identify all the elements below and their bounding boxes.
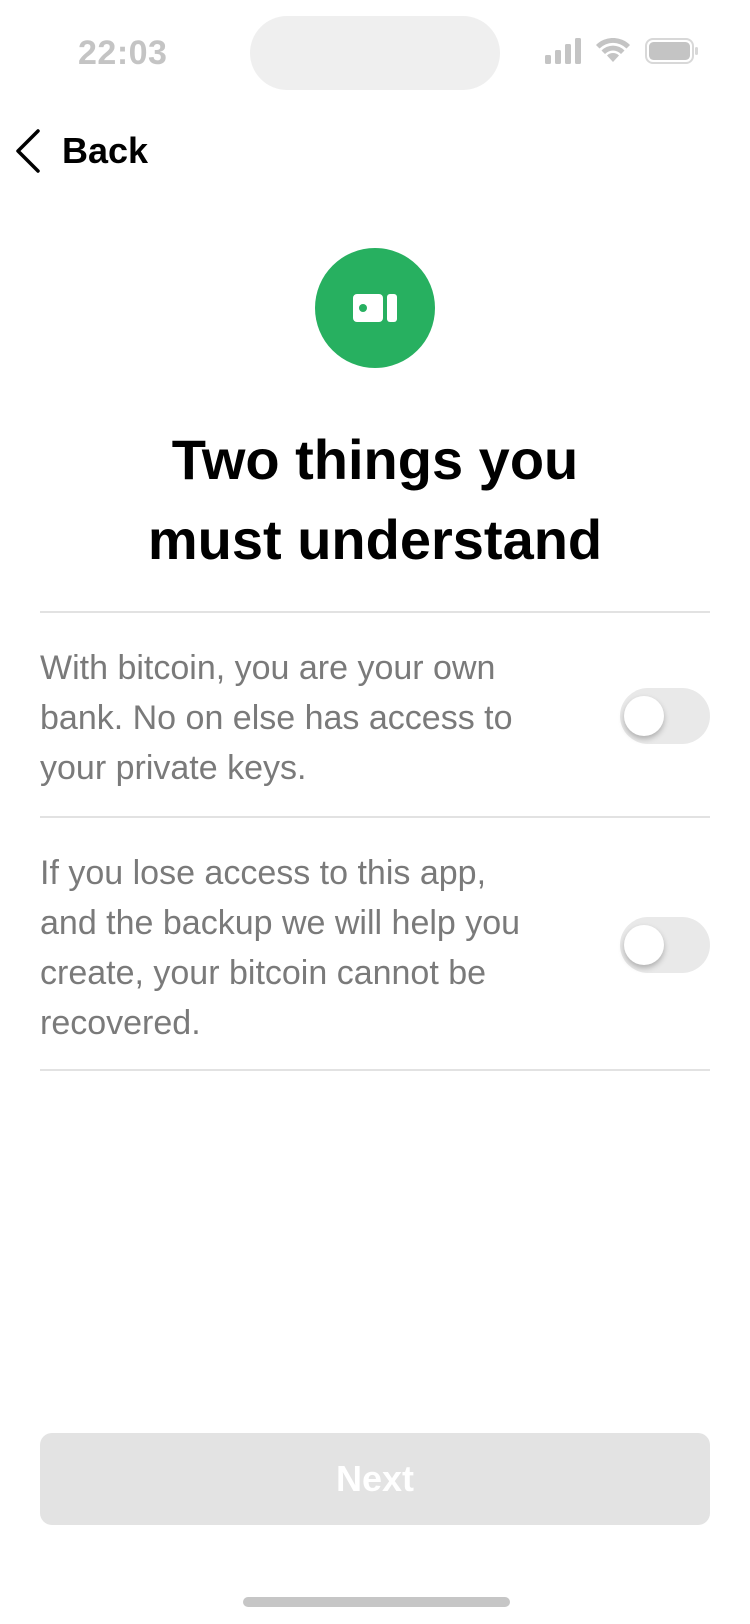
statement-line: your private keys. [40,749,307,787]
next-button[interactable]: Next [40,1433,710,1525]
dynamic-island [250,16,500,90]
wallet-card-icon [353,294,397,322]
statement-own-bank: With bitcoin, you are your own bank. No … [40,643,600,793]
statement-lose-access: If you lose access to this app, and the … [40,848,600,1048]
divider [40,1069,710,1071]
statement-line: create, your bitcoin cannot be [40,954,487,992]
cellular-signal-icon [545,38,581,64]
divider [40,611,710,613]
back-button[interactable]: Back [14,128,148,174]
status-time: 22:03 [78,34,168,72]
statement-line: bank. No on else has access to [40,699,513,737]
wifi-icon [596,38,630,62]
page-title-line-2: must understand [147,508,603,571]
statement-line: If you lose access to this app, [40,854,487,892]
toggle-knob [624,696,664,736]
statement-line: and the backup we will help you [40,904,521,942]
chevron-left-icon [16,129,40,173]
hero-badge [315,248,435,368]
divider [40,816,710,818]
page-title: Two things you must understand [60,420,690,580]
status-icons [545,38,705,68]
toggle-lose-access[interactable] [620,917,710,973]
toggle-knob [624,925,664,965]
home-indicator [243,1597,510,1607]
statement-line: With bitcoin, you are your own [40,649,496,687]
statement-line: recovered. [40,1004,201,1042]
toggle-own-bank[interactable] [620,688,710,744]
back-label: Back [62,130,149,171]
page-title-line-1: Two things you [171,428,579,491]
battery-icon [645,38,698,64]
